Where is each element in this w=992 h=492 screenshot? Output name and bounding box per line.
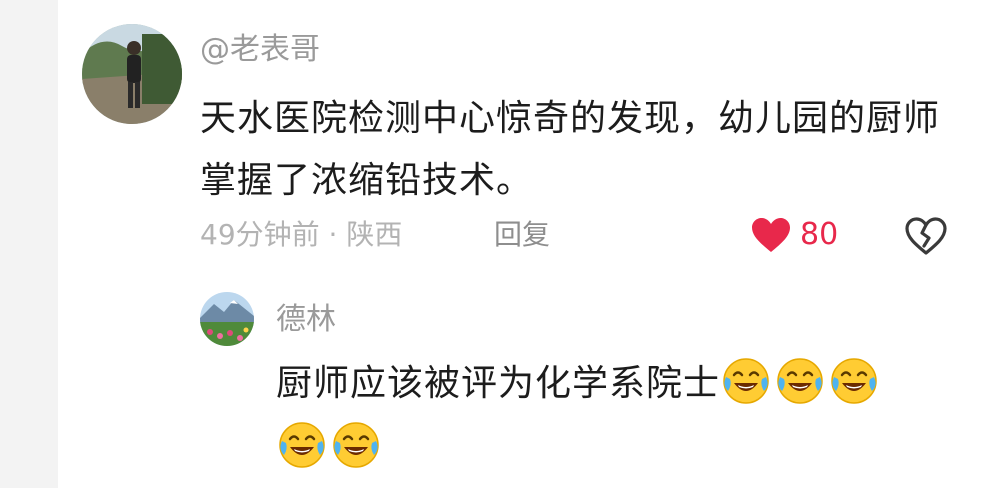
- landscape-avatar-icon: [200, 292, 254, 346]
- user-avatar[interactable]: [82, 24, 182, 124]
- comment-time: 49分钟前: [200, 218, 320, 251]
- rolling-laughing-emoji-icon: [720, 355, 772, 407]
- dislike-button[interactable]: [904, 216, 948, 256]
- reply-text-block: 厨师应该被评为化学系院士: [276, 352, 956, 480]
- comment-meta: 49分钟前 · 陕西: [200, 216, 402, 254]
- rolling-laughing-emoji-icon: [828, 355, 880, 407]
- like-button[interactable]: 80: [750, 214, 838, 256]
- rolling-laughing-emoji-icon: [276, 419, 328, 471]
- heart-icon: [752, 218, 790, 252]
- comment-text: 天水医院检测中心惊奇的发现，幼儿园的厨师掌握了浓缩铅技术。: [200, 98, 941, 201]
- reply-button[interactable]: 回复: [494, 216, 550, 254]
- comment-location: 陕西: [346, 218, 403, 251]
- broken-heart-icon: [905, 217, 947, 255]
- comment-username[interactable]: @老表哥: [200, 30, 320, 70]
- rolling-laughing-emoji-icon: [330, 419, 382, 471]
- reply-user-avatar[interactable]: [200, 292, 254, 346]
- meta-separator: ·: [319, 218, 347, 251]
- user-photo-avatar-icon: [82, 24, 182, 124]
- like-count: 80: [800, 217, 839, 252]
- reply-username[interactable]: 德林: [276, 300, 336, 340]
- left-edge-panel: [0, 0, 58, 488]
- reply-text: 厨师应该被评为化学系院士: [276, 363, 721, 404]
- rolling-laughing-emoji-icon: [774, 355, 826, 407]
